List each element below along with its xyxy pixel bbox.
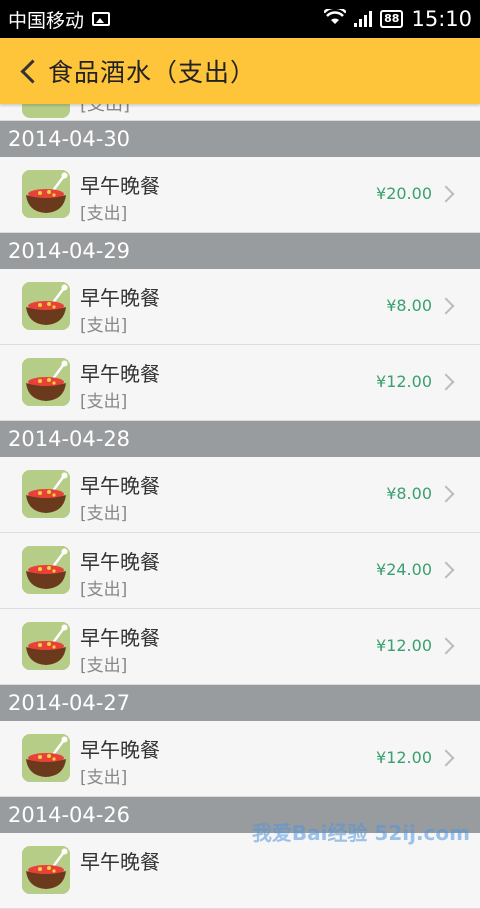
chevron-right-icon [437,561,455,579]
signal-icon [354,11,373,27]
image-notification-icon [92,12,111,26]
date-header: 2014-04-30 [0,121,480,157]
item-amount: ¥24.00 [376,560,432,579]
item-name: 早午晚餐 [80,174,160,198]
food-bowl-icon [22,358,70,406]
status-bar: 中国移动 88 15:10 [0,0,480,38]
list-item[interactable]: 早午晚餐 [支出] ¥12.00 [0,721,480,797]
food-bowl-icon [22,734,70,782]
item-name: 早午晚餐 [80,474,160,498]
list-item[interactable]: 早午晚餐 [支出] ¥8.00 [0,457,480,533]
item-amount: ¥12.00 [376,636,432,655]
item-category: [支出] [80,392,128,412]
item-name: 早午晚餐 [80,626,160,650]
chevron-right-icon [437,373,455,391]
list-item[interactable]: 早午晚餐 [支出] ¥12.00 [0,345,480,421]
item-name: 早午晚餐 [80,286,160,310]
food-bowl-icon [22,170,70,218]
food-bowl-icon [22,470,70,518]
item-name: 早午晚餐 [80,550,160,574]
item-amount: ¥12.00 [376,748,432,767]
item-category: [支出] [80,656,128,676]
date-groups: 2014-04-30 早午晚餐 [支出] ¥20.00 2014-04-29 早午晚餐 [支… [0,121,480,909]
list-item[interactable]: 早午晚餐 [支出] ¥12.00 [0,609,480,685]
food-bowl-icon [22,282,70,330]
food-bowl-icon [22,846,70,894]
chevron-right-icon [437,185,455,203]
watermark: 我爱Bai经验 52ij.com [251,821,470,845]
wifi-icon [323,5,348,30]
item-category: [支出] [80,204,128,224]
item-category: [支出] [80,104,131,115]
item-amount: ¥8.00 [386,484,432,503]
item-amount: ¥12.00 [376,372,432,391]
chevron-right-icon [437,637,455,655]
item-category: [支出] [80,768,128,788]
chevron-right-icon [437,749,455,767]
item-amount: ¥20.00 [376,184,432,203]
list-item[interactable]: 早午晚餐 [支出] ¥20.00 [0,157,480,233]
item-category: [支出] [80,580,128,600]
food-bowl-icon [22,622,70,670]
page-title: 食品酒水（支出） [48,58,257,87]
clock: 15:10 [411,7,472,31]
carrier-label: 中国移动 [8,9,85,32]
item-name: 早午晚餐 [80,738,160,762]
list-item[interactable]: 早午晚餐 [支出] ¥24.00 [0,533,480,609]
food-bowl-icon [22,546,70,594]
item-amount: ¥8.00 [386,296,432,315]
transaction-list: [支出] 2014-04-30 早午晚餐 [支出] ¥20.00 2014-04-29 早… [0,104,480,909]
date-header: 2014-04-27 [0,685,480,721]
item-category: [支出] [80,316,128,336]
list-item[interactable]: 早午晚餐 [支出] ¥8.00 [0,269,480,345]
partial-list-item[interactable]: [支出] [0,104,480,121]
date-header: 2014-04-29 [0,233,480,269]
food-bowl-icon [22,104,70,118]
battery-icon: 88 [380,10,404,28]
chevron-left-icon[interactable] [8,38,48,104]
item-category: [支出] [80,504,128,524]
date-header: 2014-04-28 [0,421,480,457]
chevron-right-icon [437,297,455,315]
item-name: 早午晚餐 [80,362,160,386]
item-name: 早午晚餐 [80,850,160,874]
title-bar: 食品酒水（支出） [0,38,480,104]
chevron-right-icon [437,485,455,503]
